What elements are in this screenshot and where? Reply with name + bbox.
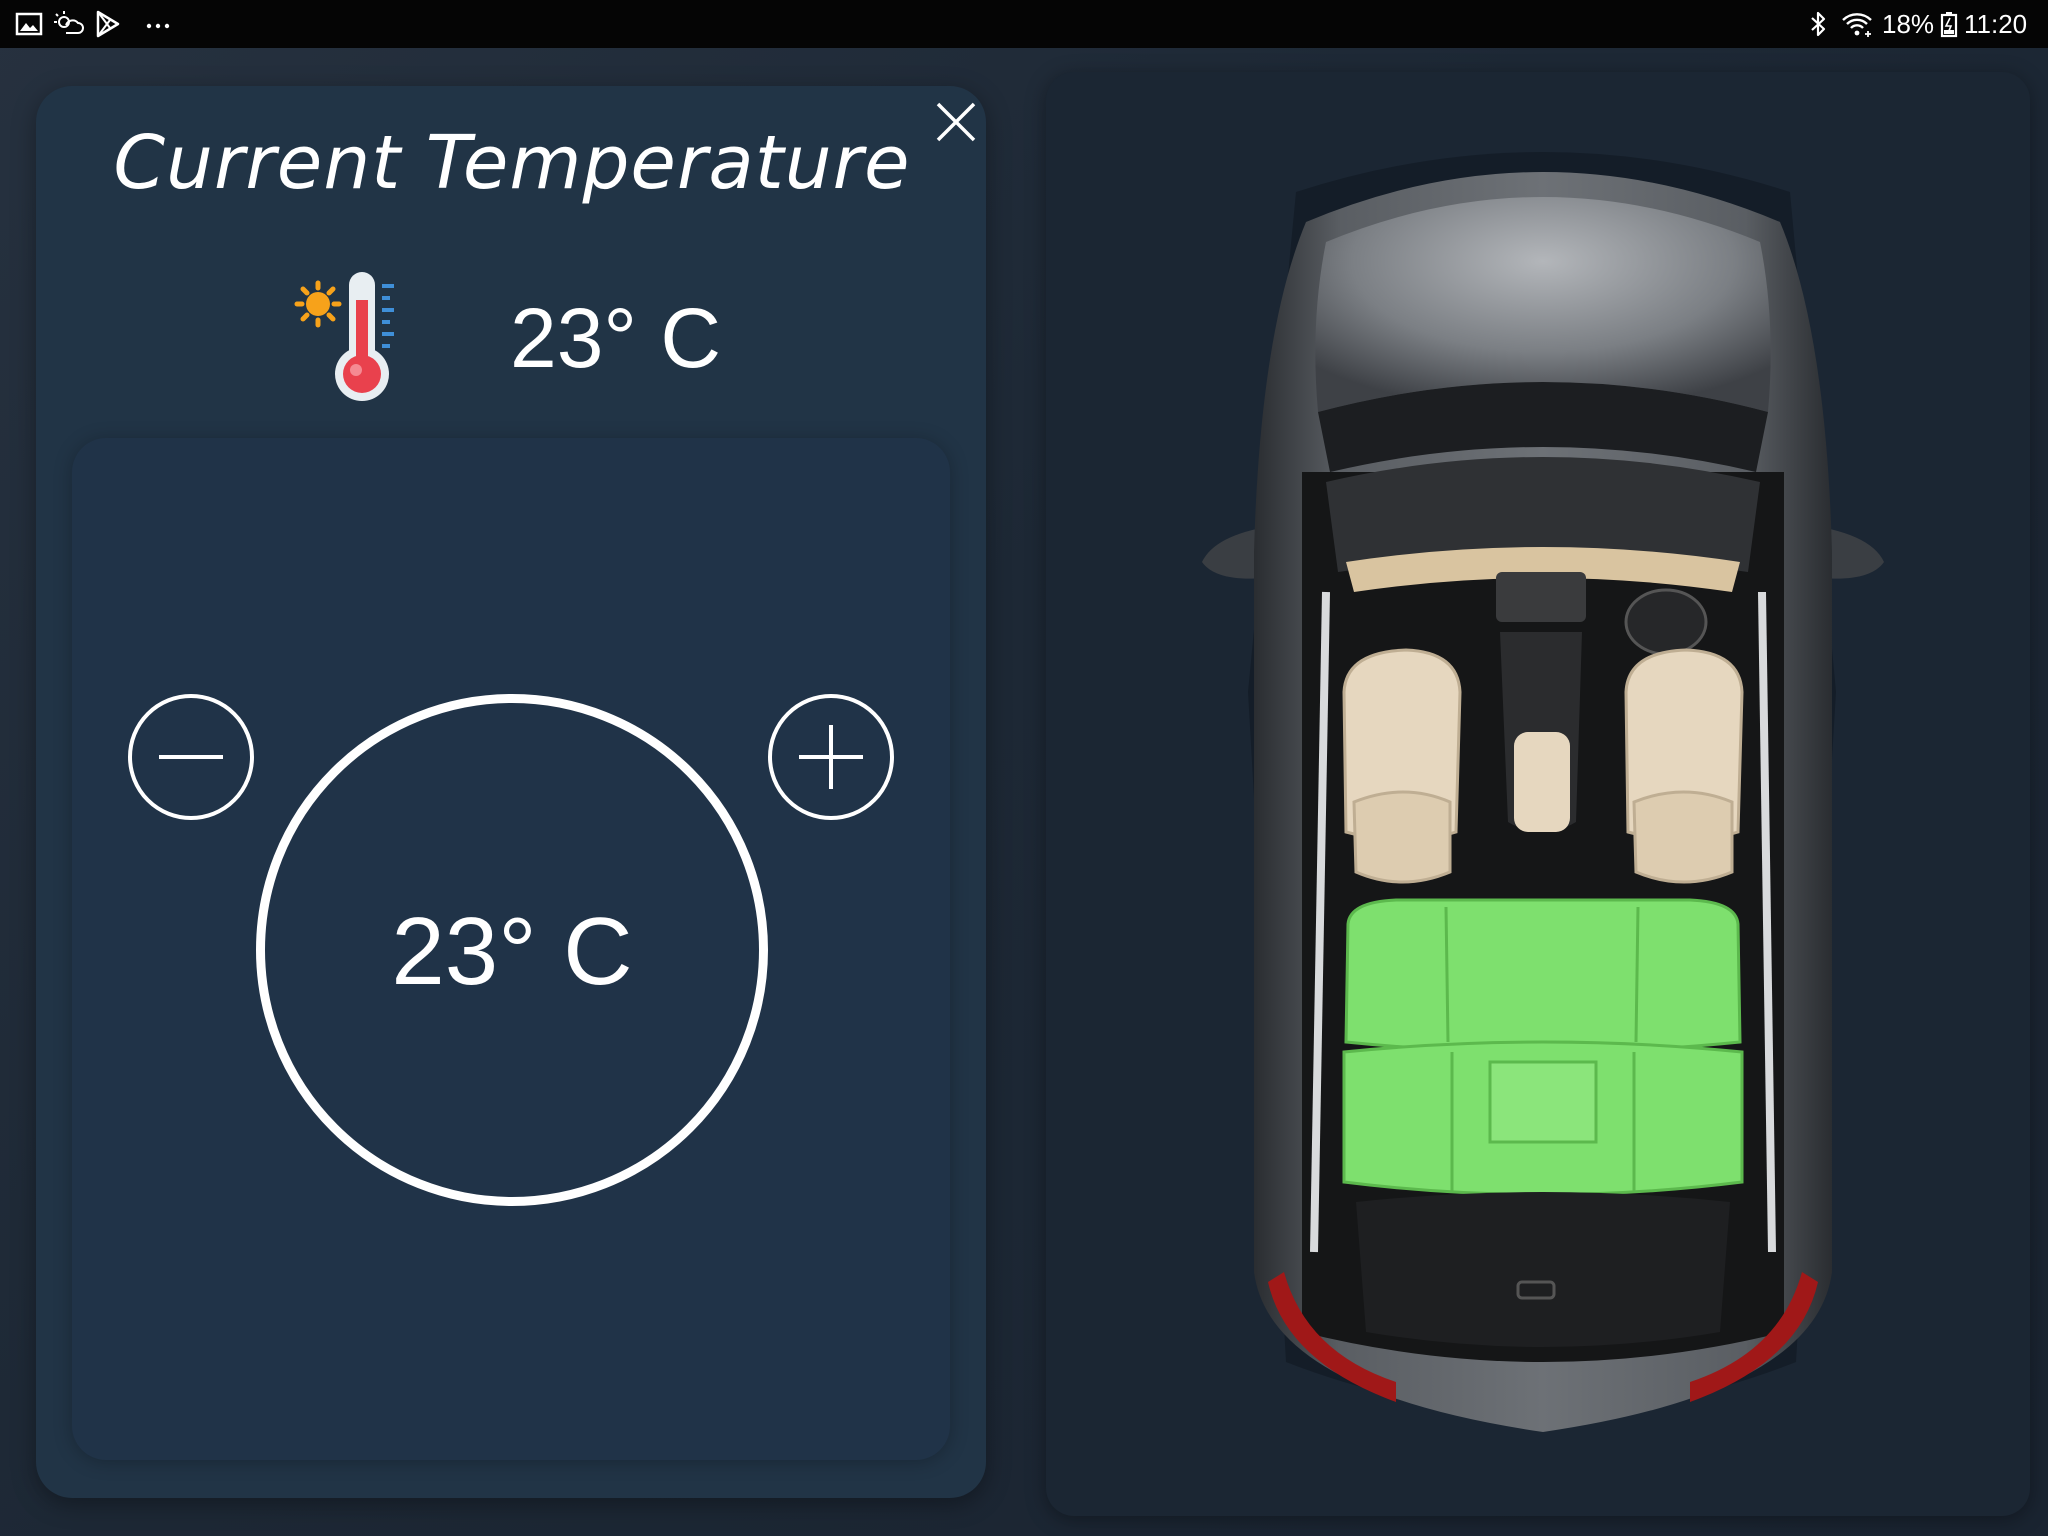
plus-icon — [799, 725, 863, 789]
car-top-view[interactable] — [1196, 132, 1890, 1452]
play-store-icon — [94, 0, 122, 48]
front-left-seat[interactable] — [1342, 648, 1462, 884]
panel-title: Current Temperature — [113, 120, 911, 206]
set-temperature: 23° C — [391, 898, 633, 1005]
rear-seats[interactable] — [1342, 898, 1744, 1196]
close-button[interactable] — [930, 96, 982, 148]
more-dots-icon — [144, 0, 174, 48]
battery-icon — [1940, 0, 1958, 48]
clock: 11:20 — [1964, 9, 2028, 39]
increase-temperature-button[interactable] — [768, 694, 894, 820]
gallery-icon — [14, 0, 44, 48]
decrease-temperature-button[interactable] — [128, 694, 254, 820]
close-icon — [936, 102, 976, 142]
status-bar: 18% 11:20 — [0, 0, 2048, 48]
weather-icon — [52, 0, 86, 48]
current-temperature: 23° C — [510, 291, 722, 385]
thermometer-sun-icon — [294, 270, 414, 406]
wifi-icon — [1840, 0, 1876, 48]
car-hood — [1315, 197, 1771, 412]
front-right-seat[interactable] — [1624, 648, 1744, 884]
battery-percent: 18% — [1882, 9, 1935, 39]
minus-icon — [159, 755, 223, 759]
bluetooth-icon — [1808, 0, 1828, 48]
